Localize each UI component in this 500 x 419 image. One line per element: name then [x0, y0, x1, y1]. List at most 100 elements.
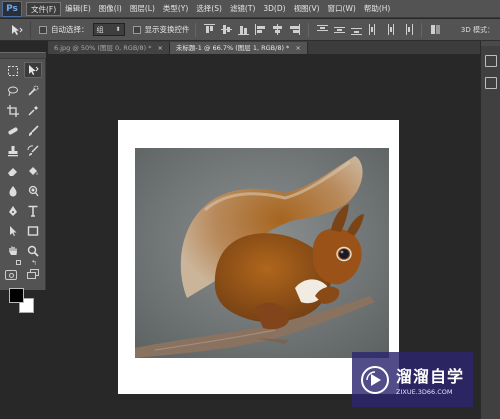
distribute-left-icon[interactable]: [368, 24, 379, 35]
align-right-icon[interactable]: [289, 24, 300, 35]
move-tool[interactable]: [24, 62, 42, 78]
squirrel-image: [135, 148, 389, 358]
clone-stamp-icon: [8, 146, 18, 157]
blur-tool[interactable]: [4, 183, 22, 199]
zoom-icon: [27, 245, 39, 257]
hand-tool[interactable]: [4, 243, 22, 259]
quick-select-tool[interactable]: [24, 83, 42, 99]
squirrel-photo-layer[interactable]: [135, 148, 389, 358]
watermark-title: 溜溜自学: [396, 367, 465, 386]
collapsed-panels: [480, 41, 500, 419]
tab-title: 6.jpg @ 50% (图层 0, RGB/8) *: [54, 44, 152, 52]
shape-icon: [27, 226, 39, 236]
menu-3d[interactable]: 3D(D): [259, 2, 289, 16]
tool-preset-picker[interactable]: [3, 20, 31, 39]
watermark-badge: 溜溜自学 ZIXUE.3D66.COM: [352, 352, 473, 407]
align-left-icon[interactable]: [254, 24, 266, 35]
align-bottom-icon[interactable]: [237, 24, 249, 35]
close-icon[interactable]: ×: [157, 42, 162, 54]
menu-bar: Ps 文件(F) 编辑(E) 图像(I) 图层(L) 类型(Y) 选择(S) 滤…: [0, 0, 500, 18]
auto-select-label: 自动选择：: [51, 25, 89, 34]
watermark-url: ZIXUE.3D66.COM: [396, 388, 453, 396]
show-transform-label: 显示变换控件: [144, 25, 190, 34]
distribute-right-icon[interactable]: [402, 24, 413, 35]
photoshop-window: Ps 文件(F) 编辑(E) 图像(I) 图层(L) 类型(Y) 选择(S) 滤…: [0, 0, 500, 419]
healing-icon: [8, 127, 18, 135]
distribute-bottom-icon[interactable]: [350, 24, 362, 35]
crop-tool[interactable]: [4, 103, 22, 119]
menu-help[interactable]: 帮助(H): [360, 2, 395, 16]
app-logo: Ps: [2, 0, 22, 17]
history-panel-icon[interactable]: [485, 55, 497, 67]
eraser-icon: [8, 168, 17, 176]
menu-filter[interactable]: 滤镜(T): [226, 2, 259, 16]
auto-align-icon[interactable]: [430, 24, 441, 35]
pen-tool[interactable]: [4, 203, 22, 219]
shape-tool[interactable]: [24, 223, 42, 239]
auto-select-value: 组: [96, 25, 104, 34]
menu-image[interactable]: 图像(I): [95, 2, 126, 16]
eyedropper-icon: [28, 106, 38, 116]
menu-select[interactable]: 选择(S): [192, 2, 226, 16]
menu-file[interactable]: 文件(F): [26, 1, 62, 16]
distribute-vcenter-icon[interactable]: [333, 24, 345, 35]
menu-view[interactable]: 视图(V): [290, 2, 324, 16]
quick-select-icon: [28, 85, 39, 96]
foreground-color-swatch[interactable]: [9, 288, 24, 303]
type-tool[interactable]: [24, 203, 42, 219]
type-icon: [28, 205, 38, 217]
crop-icon: [7, 105, 19, 117]
tab-document-2[interactable]: 未标题-1 @ 66.7% (图层 1, RGB/8) * ×: [169, 42, 308, 54]
screen-mode-icon[interactable]: [27, 269, 40, 280]
dodge-tool[interactable]: [24, 183, 42, 199]
brush-tool[interactable]: [24, 123, 42, 139]
quick-mask-icon[interactable]: [5, 270, 17, 280]
move-icon: [11, 24, 23, 35]
menu-type[interactable]: 类型(Y): [159, 2, 192, 16]
zoom-tool[interactable]: [24, 243, 42, 259]
eyedropper-tool[interactable]: [24, 103, 42, 119]
align-hcenter-icon[interactable]: [272, 24, 283, 35]
menu-window[interactable]: 窗口(W): [324, 2, 360, 16]
panel-grip[interactable]: [481, 41, 500, 46]
healing-tool[interactable]: [4, 123, 22, 139]
hand-icon: [9, 246, 17, 255]
tab-document-1[interactable]: 6.jpg @ 50% (图层 0, RGB/8) * ×: [48, 42, 170, 54]
history-brush-icon: [27, 145, 39, 156]
eraser-tool[interactable]: [4, 163, 22, 179]
swap-colors-icon[interactable]: ↰: [31, 260, 37, 267]
align-top-icon[interactable]: [203, 24, 215, 35]
path-select-tool[interactable]: [4, 223, 22, 239]
lasso-tool[interactable]: [4, 83, 22, 99]
history-brush-tool[interactable]: [24, 143, 42, 159]
clone-stamp-tool[interactable]: [4, 143, 22, 159]
lasso-icon: [8, 86, 18, 97]
path-select-icon: [10, 226, 17, 236]
watermark-logo-icon: [360, 365, 390, 395]
tab-title: 未标题-1 @ 66.7% (图层 1, RGB/8) *: [175, 44, 290, 52]
separator: [194, 22, 196, 37]
options-bar: 自动选择： 组 ⬍ 显示变换控件 3D 模式：: [0, 19, 500, 41]
document-tabs: 6.jpg @ 50% (图层 0, RGB/8) * × 未标题-1 @ 66…: [48, 41, 500, 54]
menu-layer[interactable]: 图层(L): [126, 2, 159, 16]
blur-icon: [9, 186, 17, 197]
properties-panel-icon[interactable]: [485, 77, 497, 89]
toolbar-grip[interactable]: [0, 53, 46, 59]
pen-icon: [9, 206, 17, 216]
show-transform-checkbox[interactable]: [132, 25, 141, 34]
marquee-icon: [8, 66, 18, 76]
brush-icon: [29, 125, 39, 136]
marquee-tool[interactable]: [4, 63, 22, 79]
paint-bucket-icon: [29, 167, 38, 175]
paint-bucket-tool[interactable]: [24, 163, 42, 179]
auto-select-checkbox[interactable]: [39, 25, 47, 34]
auto-select-dropdown[interactable]: 组 ⬍: [92, 23, 125, 36]
3d-mode-label: 3D 模式：: [460, 25, 494, 34]
menu-edit[interactable]: 编辑(E): [61, 2, 95, 16]
distribute-hcenter-icon[interactable]: [385, 24, 396, 35]
align-vcenter-icon[interactable]: [220, 24, 232, 35]
tools-panel: ↰: [0, 52, 46, 313]
distribute-top-icon[interactable]: [316, 24, 328, 35]
default-colors-icon[interactable]: [16, 260, 21, 265]
close-icon[interactable]: ×: [295, 42, 300, 54]
